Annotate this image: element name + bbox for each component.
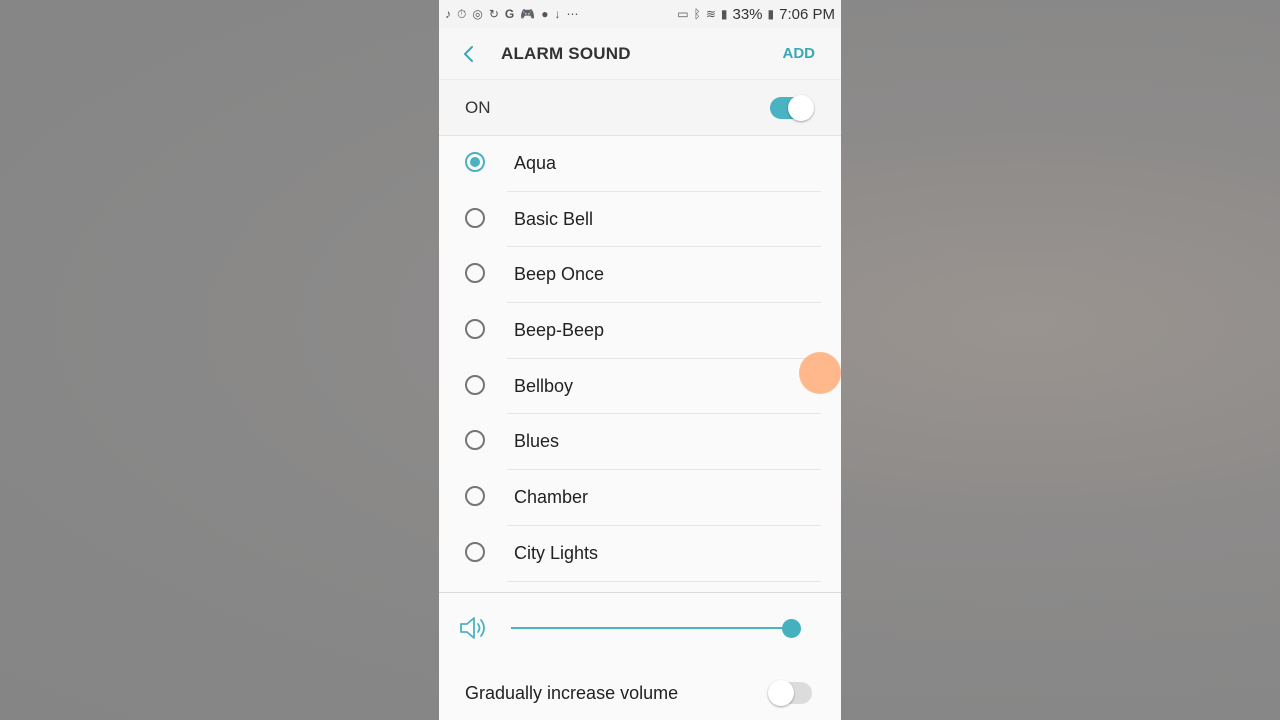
app-bar: ALARM SOUND ADD — [439, 28, 841, 80]
speaker-icon — [460, 617, 485, 639]
status-bar: ♪ ⏱ ◎ ↻ G 🎮 ● ↓ ⋯ ▭ ᛒ ≋ ▮ 33% ▮ 7:06 PM — [439, 0, 841, 28]
radio-button[interactable] — [465, 263, 485, 284]
add-button[interactable]: ADD — [783, 45, 816, 62]
battery-icon: ▮ — [767, 7, 775, 21]
list-item[interactable]: Bellboy — [439, 359, 841, 415]
battery-percent: 33% — [732, 5, 763, 23]
gamepad-icon: 🎮 — [520, 7, 536, 21]
more-icon: ⋯ — [566, 7, 579, 21]
list-item[interactable]: Blues — [439, 414, 841, 471]
list-item[interactable]: Beep Once — [439, 247, 841, 304]
cast-icon: ▭ — [677, 7, 689, 21]
tiktok-icon: ♪ — [445, 7, 451, 21]
sound-label: Aqua — [514, 153, 557, 173]
bluetooth-icon: ᛒ — [693, 7, 701, 21]
sound-label: Blues — [514, 431, 560, 452]
toggle-knob — [788, 94, 814, 121]
list-item[interactable]: Chamber — [439, 470, 841, 526]
list-item[interactable]: Aqua — [439, 136, 841, 192]
sound-label: City Lights — [514, 542, 599, 563]
radio-button[interactable] — [465, 152, 485, 172]
sound-label: Bellboy — [514, 375, 574, 396]
video-icon: ● — [541, 7, 549, 21]
list-item[interactable]: City Lights — [439, 526, 841, 582]
signal-icon: ▮ — [720, 7, 728, 21]
sync-icon: ◎ — [472, 7, 483, 21]
sound-label: Beep Once — [514, 264, 605, 285]
toggle-knob — [768, 680, 794, 706]
gradual-volume-toggle[interactable] — [768, 680, 812, 706]
radio-button[interactable] — [465, 430, 485, 451]
radio-button[interactable] — [465, 207, 485, 228]
volume-slider-thumb[interactable] — [782, 619, 801, 638]
google-icon: G — [504, 7, 515, 21]
sound-list: Aqua Basic Bell Beep Once Beep-Beep Bell… — [439, 136, 841, 582]
sound-label: Chamber — [514, 487, 589, 508]
refresh-icon: ↻ — [488, 7, 499, 21]
timer-icon: ⏱ — [457, 7, 467, 21]
radio-button[interactable] — [465, 374, 485, 395]
wifi-icon: ≋ — [705, 7, 716, 21]
clock: 7:06 PM — [779, 5, 835, 23]
radio-button[interactable] — [465, 541, 485, 562]
touch-indicator — [799, 352, 841, 394]
master-switch-toggle[interactable] — [770, 94, 814, 121]
radio-button[interactable] — [465, 486, 485, 507]
divider — [507, 580, 821, 582]
volume-row — [439, 593, 841, 663]
sound-label: Basic Bell — [514, 208, 594, 229]
master-switch-row[interactable]: ON — [439, 80, 841, 136]
sound-label: Beep-Beep — [514, 320, 605, 341]
back-arrow-icon[interactable] — [459, 44, 479, 64]
radio-button[interactable] — [465, 319, 485, 340]
volume-slider-track[interactable] — [511, 627, 792, 629]
list-item[interactable]: Beep-Beep — [439, 303, 841, 359]
gradual-volume-label: Gradually increase volume — [465, 683, 679, 703]
page-title: ALARM SOUND — [501, 43, 631, 63]
download-icon: ↓ — [554, 7, 561, 21]
phone-screen: ♪ ⏱ ◎ ↻ G 🎮 ● ↓ ⋯ ▭ ᛒ ≋ ▮ 33% ▮ 7:06 PM … — [439, 0, 841, 720]
gradual-volume-row[interactable]: Gradually increase volume — [439, 663, 841, 720]
master-switch-label: ON — [465, 97, 491, 117]
list-item[interactable]: Basic Bell — [439, 192, 841, 248]
